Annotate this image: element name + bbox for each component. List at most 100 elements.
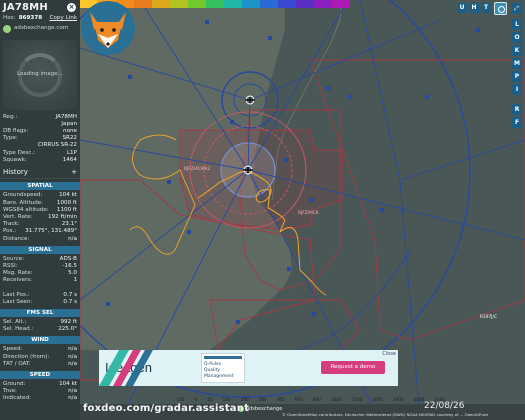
signal-row: RSSI: -16.5 [3, 263, 77, 270]
k-button[interactable]: K [512, 45, 522, 56]
source-row[interactable]: adsbexchange.com [3, 24, 77, 33]
history-row[interactable]: History + [0, 164, 80, 180]
u-button[interactable]: U [457, 3, 467, 13]
scale-label: 400 [276, 397, 285, 402]
scale-segment [170, 0, 189, 8]
section-speed[interactable]: SPEED [0, 370, 80, 379]
spatial-value: 1100 ft [56, 206, 77, 213]
copy-link[interactable]: Copy Link [50, 15, 77, 22]
map-attribution[interactable]: © OpenStreetMap contributors, Deutscher … [282, 412, 488, 417]
scale-segment [242, 0, 261, 8]
history-toggle-button[interactable]: + [71, 168, 77, 176]
fms-row: Sel. Head.: 225.0° [3, 326, 77, 333]
ad-close-button[interactable]: Close [382, 351, 396, 357]
wind-value: n/a [68, 353, 77, 360]
signal-row: Source: ADS-B [3, 256, 77, 263]
aircraft-marker-icon[interactable] [243, 165, 253, 175]
hex-row: Hex: 869378 Copy Link [3, 15, 77, 22]
section-wind[interactable]: WIND [0, 336, 80, 345]
spatial-key: Pos.: [3, 228, 17, 235]
scale-segment [278, 0, 297, 8]
t-button[interactable]: T [481, 3, 491, 13]
speed-row: True: n/a [3, 388, 77, 395]
details-key: Reg.: [3, 113, 18, 120]
hex-value: 869378 [18, 15, 43, 21]
h-button[interactable]: H [469, 3, 479, 13]
scale-segment [224, 0, 243, 8]
signal-key: Receivers: [3, 277, 32, 284]
settings-gear-icon[interactable] [494, 2, 507, 15]
section-fms-sel[interactable]: FMS SEL [0, 309, 80, 318]
signal-key: Last Seen: [3, 298, 33, 305]
spatial-value: n/a [68, 235, 77, 242]
fms-key: Sel. Head.: [3, 326, 34, 333]
wind-key: Direction (from): [3, 353, 50, 360]
m-button[interactable]: M [512, 58, 522, 69]
signal-value: 1 [73, 277, 77, 284]
wind-row: TAT / OAT: n/a [3, 361, 77, 368]
scale-segment [206, 0, 225, 8]
ad-card-title: Q-Pulse [204, 362, 222, 367]
fms-key: Sel. Alt.: [3, 319, 27, 326]
ad-banner[interactable]: Ideagen Q-Pulse Quality Management Reque… [99, 350, 398, 386]
date-label: 22/08/26 [424, 401, 465, 411]
signal-value: -16.5 [62, 262, 77, 269]
ad-cta-button[interactable]: Request a demo [321, 361, 385, 374]
spatial-key: Baro. Altitude: [3, 199, 44, 206]
spatial-value: 31.775°, 131.489° [25, 228, 77, 235]
scale-label: 2000 [372, 397, 383, 402]
details-row: Type Desc.: L1P [3, 150, 77, 157]
spatial-row: WGS84 altitude: 1100 ft [3, 207, 77, 214]
map-toggle-buttons: U H T [457, 3, 491, 13]
aircraft-detail-panel: JA78MH × Hex: 869378 Copy Link adsbexcha… [0, 0, 80, 420]
details-value: L1P [66, 149, 77, 156]
spatial-row: Distance: n/a [3, 236, 77, 243]
aircraft-details: Reg.: JA78MH Japan DB flags: none Type: SR22 CI… [0, 114, 80, 164]
speed-key: Indicated: [3, 395, 31, 402]
details-row: DB flags: none [3, 128, 77, 135]
scale-label: 800 [312, 397, 321, 402]
wind-details: Speed: n/a Direction (from): n/a TAT / OAT: n… [0, 346, 80, 368]
spatial-row: Baro. Altitude: 1000 ft [3, 200, 77, 207]
signal-key: Last Pos.: [3, 291, 30, 298]
scale-label: 1000 [330, 397, 342, 402]
f-button[interactable]: F [512, 117, 522, 128]
close-panel-button[interactable]: × [67, 3, 76, 12]
i-button[interactable]: I [512, 84, 522, 95]
signal-value: 0.7 s [63, 298, 77, 305]
spatial-value: 1000 ft [56, 199, 77, 206]
section-spatial[interactable]: SPATIAL [0, 182, 80, 191]
details-value: JA78MH [55, 113, 77, 120]
airport-marker-north-icon[interactable] [245, 95, 255, 105]
scale-segment [152, 0, 171, 8]
scale-segment [314, 0, 333, 8]
expand-icon[interactable]: ⤢ [511, 3, 522, 14]
history-label: History [3, 168, 28, 177]
source-site[interactable]: adsbexchange.com [14, 25, 68, 32]
signal-row [3, 284, 77, 291]
speed-key: Ground: [3, 380, 26, 387]
l-button[interactable]: L [512, 19, 522, 30]
o-button[interactable]: O [512, 32, 522, 43]
p-button[interactable]: P [512, 71, 522, 82]
fms-value: 225.0° [58, 326, 77, 333]
aircraft-photo[interactable]: Loading image... [3, 39, 77, 110]
map-view[interactable]: RJFZ/ACMA2 RJFZ/MCK R197J/C U H T ⤢ L O … [80, 0, 525, 420]
r-button[interactable]: R [512, 104, 522, 115]
details-value: none [63, 128, 77, 135]
brand-name[interactable]: adsbexchange [246, 406, 282, 412]
scale-segment [332, 0, 350, 8]
panel-header: JA78MH × Hex: 869378 Copy Link adsbexcha… [0, 0, 80, 34]
speed-details: Ground: 104 kt True: n/a Indicated: n/a [0, 381, 80, 403]
scale-label: 1500 [351, 397, 363, 402]
spatial-row: Track: 23.1° [3, 221, 77, 228]
watermark: foxdeo.com/gradar.assistant [83, 403, 250, 414]
wind-value: n/a [68, 360, 77, 367]
wind-key: TAT / OAT: [3, 360, 31, 367]
details-value: 1464 [62, 156, 77, 163]
details-key: DB flags: [3, 128, 29, 135]
section-signal[interactable]: SIGNAL [0, 245, 80, 254]
signal-value: 5.0 [68, 270, 77, 277]
wind-row: Speed: n/a [3, 346, 77, 353]
ad-decoration [99, 350, 153, 386]
